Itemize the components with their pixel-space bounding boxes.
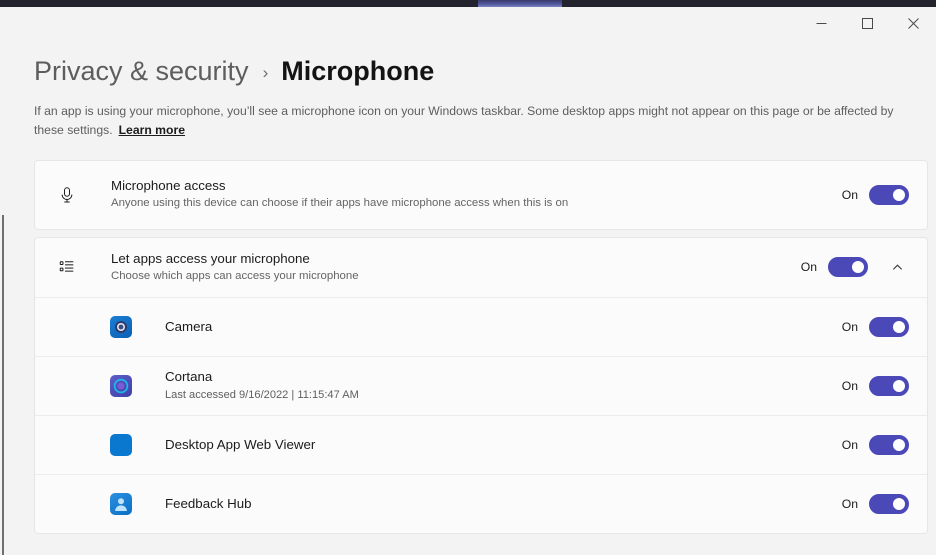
setting-text-let-apps-access: Let apps access your microphone Choose w… (82, 250, 801, 285)
app-row-cortana[interactable]: Cortana Last accessed 9/16/2022 | 11:15:… (35, 356, 927, 415)
app-name: Cortana (165, 368, 842, 386)
page-title: Microphone (281, 58, 434, 85)
toggle-state-label: On (801, 260, 817, 274)
let-apps-access-card: Let apps access your microphone Choose w… (34, 237, 928, 534)
app-text: Desktop App Web Viewer (136, 436, 842, 454)
close-icon (908, 18, 919, 29)
toggle-state-label: On (842, 438, 858, 452)
app-control-group: On (842, 435, 909, 455)
toggle-state-label: On (842, 188, 858, 202)
setting-row-let-apps-access[interactable]: Let apps access your microphone Choose w… (35, 238, 927, 297)
app-name: Camera (165, 318, 842, 336)
minimize-button[interactable] (798, 7, 844, 39)
toggle-knob (893, 380, 905, 392)
maximize-button[interactable] (844, 7, 890, 39)
setting-subtitle: Choose which apps can access your microp… (111, 269, 801, 285)
desktop-app-web-viewer-toggle[interactable] (869, 435, 909, 455)
app-text: Cortana Last accessed 9/16/2022 | 11:15:… (136, 368, 842, 403)
let-apps-access-toggle[interactable] (828, 257, 868, 277)
setting-title: Microphone access (111, 177, 842, 195)
feedback-hub-toggle[interactable] (869, 494, 909, 514)
window-top-edge (0, 0, 936, 7)
setting-control-group: On (842, 185, 909, 205)
app-control-group: On (842, 317, 909, 337)
app-name: Feedback Hub (165, 495, 842, 513)
app-control-group: On (842, 376, 909, 396)
app-last-accessed: Last accessed 9/16/2022 | 11:15:47 AM (165, 388, 842, 404)
toggle-state-label: On (842, 379, 858, 393)
app-icon-slot (52, 434, 136, 456)
camera-app-toggle[interactable] (869, 317, 909, 337)
app-control-group: On (842, 494, 909, 514)
microphone-access-card: Microphone access Anyone using this devi… (34, 160, 928, 230)
setting-title: Let apps access your microphone (111, 250, 801, 268)
toggle-state-label: On (842, 497, 858, 511)
cortana-app-toggle[interactable] (869, 376, 909, 396)
app-row-desktop-app-web-viewer[interactable]: Desktop App Web Viewer On (35, 415, 927, 474)
app-icon-slot (52, 316, 136, 338)
breadcrumb-parent-link[interactable]: Privacy & security (34, 58, 249, 85)
setting-text-microphone-access: Microphone access Anyone using this devi… (82, 177, 842, 212)
microphone-icon (52, 186, 82, 204)
toggle-knob (893, 498, 905, 510)
expand-collapse-button[interactable] (885, 261, 909, 274)
toggle-knob (893, 189, 905, 201)
maximize-icon (862, 18, 873, 29)
setting-row-microphone-access[interactable]: Microphone access Anyone using this devi… (35, 161, 927, 229)
toggle-knob (852, 261, 864, 273)
toggle-knob (893, 439, 905, 451)
app-icon-slot (52, 493, 136, 515)
app-icon-slot (52, 375, 136, 397)
app-text: Camera (136, 318, 842, 336)
close-button[interactable] (890, 7, 936, 39)
window-titlebar[interactable] (0, 7, 936, 39)
minimize-icon (816, 18, 827, 29)
app-text: Feedback Hub (136, 495, 842, 513)
window-top-accent (478, 0, 562, 7)
microphone-access-toggle[interactable] (869, 185, 909, 205)
settings-page: Privacy & security › Microphone If an ap… (0, 39, 936, 555)
app-row-feedback-hub[interactable]: Feedback Hub On (35, 474, 927, 533)
feedback-hub-app-icon (110, 493, 132, 515)
chevron-up-icon (891, 261, 904, 274)
camera-app-icon (110, 316, 132, 338)
setting-subtitle: Anyone using this device can choose if t… (111, 196, 842, 212)
breadcrumb: Privacy & security › Microphone (34, 58, 936, 85)
app-row-camera[interactable]: Camera On (35, 297, 927, 356)
desktop-app-web-viewer-icon (110, 434, 132, 456)
toggle-knob (893, 321, 905, 333)
toggle-state-label: On (842, 320, 858, 334)
app-list-icon (52, 258, 82, 276)
learn-more-link[interactable]: Learn more (119, 123, 185, 137)
setting-control-group: On (801, 257, 909, 277)
page-description: If an app is using your microphone, you’… (34, 102, 902, 141)
cortana-app-icon (110, 375, 132, 397)
app-name: Desktop App Web Viewer (165, 436, 842, 454)
breadcrumb-separator: › (263, 64, 269, 81)
